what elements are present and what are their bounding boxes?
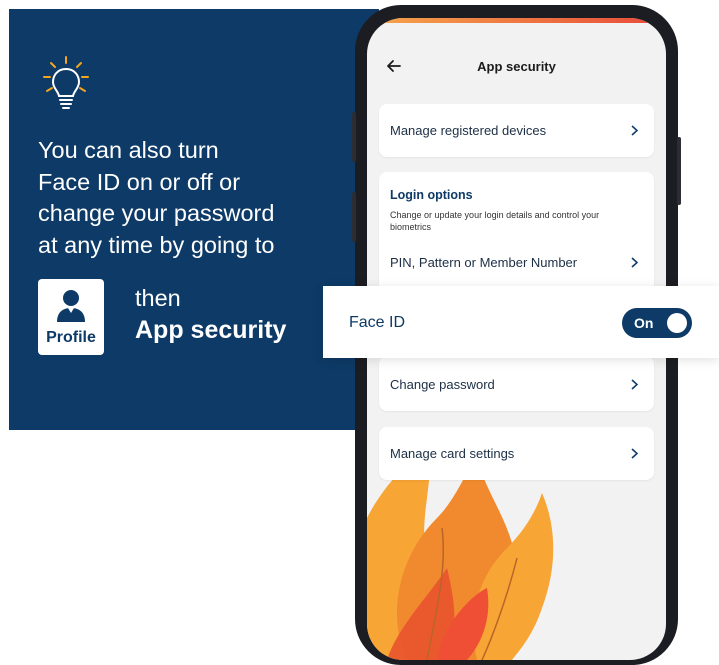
toggle-state-label: On bbox=[634, 315, 654, 331]
tip-line: at any time by going to bbox=[38, 231, 275, 258]
power-button bbox=[677, 137, 681, 205]
login-options-card: Login options Change or update your logi… bbox=[379, 172, 654, 302]
tip-line: You can also turn bbox=[38, 137, 219, 163]
lightbulb-icon bbox=[43, 56, 89, 109]
chevron-right-icon bbox=[631, 125, 638, 136]
person-icon bbox=[57, 290, 85, 322]
face-id-row: Face ID On bbox=[323, 286, 719, 358]
chevron-right-icon bbox=[631, 379, 638, 390]
then-text: then bbox=[135, 285, 181, 311]
status-strip bbox=[367, 18, 666, 23]
pin-pattern-row[interactable]: PIN, Pattern or Member Number bbox=[390, 255, 577, 270]
chevron-right-icon bbox=[631, 448, 638, 459]
toggle-knob bbox=[667, 313, 687, 333]
manage-card-label: Manage card settings bbox=[390, 446, 515, 461]
profile-tile-label: Profile bbox=[46, 329, 96, 346]
change-password-row[interactable]: Change password bbox=[379, 356, 654, 411]
tip-line: change your password bbox=[38, 200, 275, 226]
destination-label: App security bbox=[135, 316, 287, 344]
change-password-label: Change password bbox=[390, 377, 495, 392]
manage-devices-label: Manage registered devices bbox=[390, 123, 547, 138]
face-id-label: Face ID bbox=[349, 314, 406, 331]
tip-line: Face ID on or off or bbox=[38, 168, 241, 195]
volume-up-button bbox=[352, 112, 356, 162]
volume-down-button bbox=[352, 192, 356, 242]
login-options-description: Change or update your login details and … bbox=[390, 210, 600, 232]
manage-devices-row[interactable]: Manage registered devices bbox=[379, 104, 654, 157]
face-id-toggle[interactable]: On bbox=[622, 308, 692, 338]
login-options-title: Login options bbox=[390, 188, 473, 202]
chevron-right-icon bbox=[631, 257, 638, 268]
manage-card-row[interactable]: Manage card settings bbox=[379, 427, 654, 480]
tip-text: You can also turn Face ID on or off or c… bbox=[38, 135, 338, 261]
profile-tile: Profile bbox=[38, 279, 104, 355]
screen-title: App security bbox=[477, 59, 556, 74]
